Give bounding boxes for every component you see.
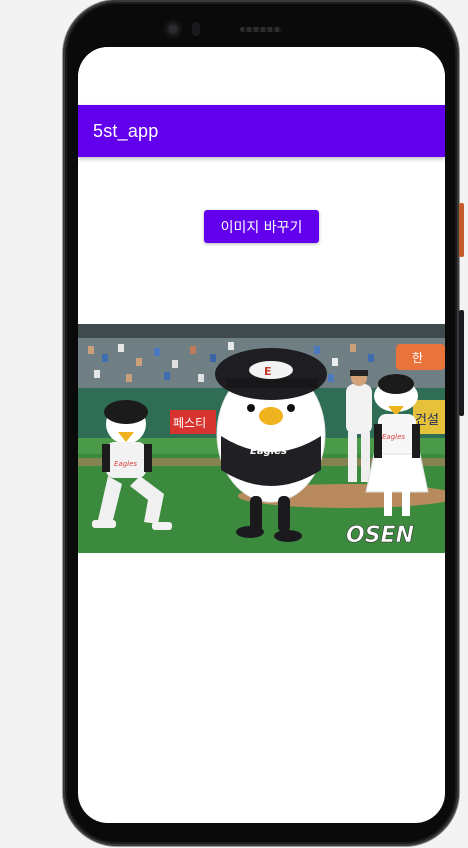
app-title: 5st_app <box>93 121 159 141</box>
power-button[interactable] <box>459 203 464 257</box>
cap-logo-text: E <box>264 365 272 378</box>
earpiece-speaker <box>240 27 282 32</box>
white-mascot-shirt-text: Eagles <box>382 433 405 441</box>
app-toolbar: 5st_app <box>78 105 445 157</box>
mascot-photo: 한 페스티 건설 Eagles Eagles E Eagles OSEN <box>78 324 445 553</box>
front-camera-icon <box>164 20 182 38</box>
round-mascot-shirt-text: Eagles <box>250 446 287 457</box>
osen-watermark: OSEN <box>346 523 414 548</box>
sponsor-badge-text: 한 <box>412 351 423 365</box>
ad-sign-text: 페스티 <box>173 416 206 430</box>
change-image-button[interactable]: 이미지 바꾸기 <box>204 210 319 243</box>
volume-buttons[interactable] <box>459 310 464 416</box>
kneeling-mascot-shirt-text: Eagles <box>114 460 137 468</box>
status-bar <box>78 47 445 105</box>
app-screen: 5st_app 이미지 바꾸기 한 페스티 건설 Eagles Eagles E… <box>78 47 445 823</box>
proximity-sensor <box>192 22 200 36</box>
